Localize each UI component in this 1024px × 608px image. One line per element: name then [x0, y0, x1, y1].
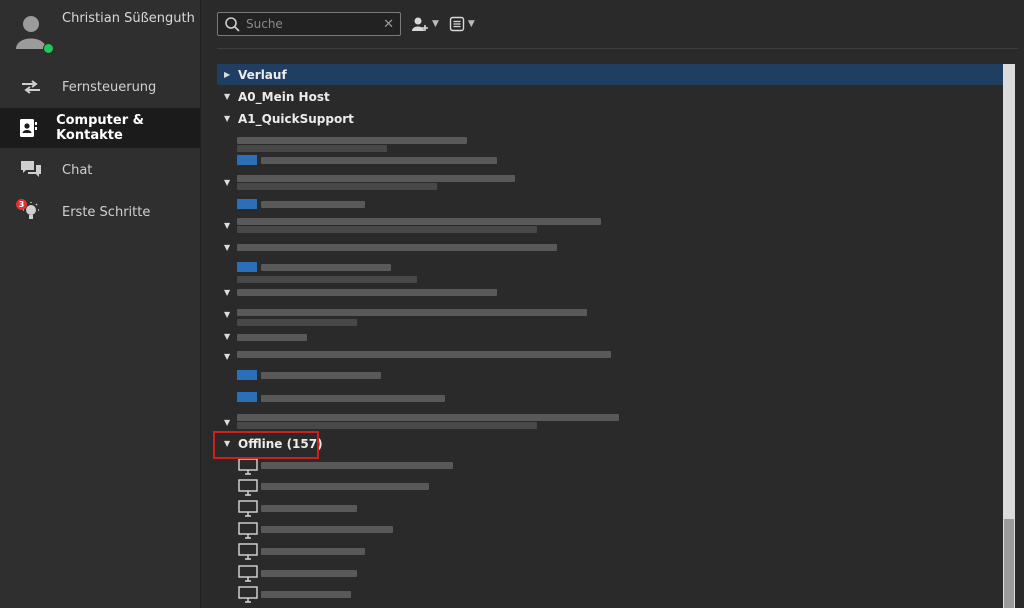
- collapse-triangle-icon[interactable]: ▼: [224, 92, 232, 101]
- collapse-triangle-icon[interactable]: ▼: [224, 243, 232, 252]
- lightbulb-icon: 3: [0, 199, 62, 223]
- contact-card-icon: [0, 118, 56, 138]
- monitor-icon: [238, 522, 258, 539]
- arrows-icon: [0, 80, 62, 94]
- collapse-triangle-icon[interactable]: ▼: [224, 288, 232, 297]
- add-person-icon: [412, 17, 428, 31]
- nav-item-erste-schritte[interactable]: 3 Erste Schritte: [0, 192, 200, 232]
- clear-search-icon[interactable]: ✕: [383, 17, 394, 32]
- blurred-status-marker: [237, 262, 257, 272]
- blurred-entry[interactable]: [237, 334, 307, 341]
- contact-tree: ▶ Verlauf ▼ A0_Mein Host ▼ A1_QuickSuppo…: [217, 64, 1003, 608]
- blurred-entry[interactable]: [261, 201, 365, 208]
- blurred-status-marker: [237, 155, 257, 165]
- monitor-icon: [238, 479, 258, 496]
- blurred-entry[interactable]: [237, 351, 611, 358]
- blurred-entry: [237, 183, 437, 190]
- blurred-entry[interactable]: [237, 309, 587, 316]
- collapse-triangle-icon[interactable]: ▼: [224, 114, 232, 123]
- collapse-triangle-icon[interactable]: ▼: [224, 178, 232, 187]
- offline-highlight-box: [213, 431, 319, 459]
- chevron-down-icon: ▼: [432, 19, 439, 29]
- monitor-icon: [238, 458, 258, 475]
- collapse-triangle-icon[interactable]: ▼: [224, 310, 232, 319]
- scrollbar-thumb[interactable]: [1004, 519, 1014, 608]
- chat-icon: [0, 160, 62, 180]
- blurred-entry[interactable]: [261, 462, 453, 469]
- blurred-entry[interactable]: [237, 137, 467, 144]
- nav-item-fernsteuerung[interactable]: Fernsteuerung: [0, 67, 200, 107]
- add-contact-button[interactable]: ▼: [411, 16, 439, 32]
- monitor-icon: [238, 500, 258, 517]
- avatar: [16, 16, 46, 49]
- collapse-triangle-icon[interactable]: ▼: [224, 352, 232, 361]
- list-icon: [449, 16, 465, 32]
- search-input[interactable]: Suche: [246, 17, 383, 31]
- collapse-triangle-icon[interactable]: ▼: [224, 418, 232, 427]
- blurred-entry[interactable]: [261, 483, 429, 490]
- main-panel: Suche ✕ ▼ ▼ ▶ Verlauf ▼ A0_Mein Host ▼ A…: [201, 0, 1024, 608]
- blurred-status-marker: [237, 199, 257, 209]
- user-name: Christian Süßenguth: [62, 11, 195, 26]
- group-label: A1_QuickSupport: [238, 111, 354, 126]
- nav-label: Erste Schritte: [62, 204, 151, 220]
- blurred-entry[interactable]: [261, 505, 357, 512]
- blurred-entry[interactable]: [261, 264, 391, 271]
- blurred-entry: [237, 226, 537, 233]
- blurred-entry[interactable]: [261, 157, 497, 164]
- blurred-entry[interactable]: [261, 372, 381, 379]
- group-label: Verlauf: [238, 67, 287, 82]
- group-quicksupport[interactable]: ▼ A1_QuickSupport: [217, 108, 1003, 129]
- vertical-scrollbar[interactable]: [1003, 64, 1015, 608]
- search-box[interactable]: Suche ✕: [217, 12, 401, 36]
- blurred-status-marker: [237, 370, 257, 380]
- notification-badge: 3: [16, 199, 27, 210]
- group-offline[interactable]: ▼ Offline (157): [217, 433, 1003, 454]
- chevron-down-icon: ▼: [467, 19, 475, 29]
- blurred-entry[interactable]: [261, 526, 393, 533]
- collapse-triangle-icon[interactable]: ▼: [224, 221, 232, 230]
- nav-label: Fernsteuerung: [62, 79, 157, 95]
- blurred-entry[interactable]: [237, 244, 557, 251]
- blurred-status-marker: [237, 392, 257, 402]
- group-verlauf[interactable]: ▶ Verlauf: [217, 64, 1003, 85]
- blurred-entry: [237, 422, 537, 429]
- toolbar: Suche ✕ ▼ ▼: [217, 12, 475, 36]
- toolbar-divider: [217, 48, 1018, 49]
- blurred-entry[interactable]: [237, 289, 497, 296]
- nav-item-computer-kontakte[interactable]: Computer & Kontakte: [0, 108, 200, 148]
- monitor-icon: [238, 565, 258, 582]
- online-status-dot: [43, 43, 54, 54]
- blurred-entry[interactable]: [261, 570, 357, 577]
- blurred-entry: [237, 319, 357, 326]
- blurred-entry[interactable]: [261, 395, 445, 402]
- profile-area[interactable]: Christian Süßenguth: [0, 0, 200, 64]
- monitor-icon: [238, 543, 258, 560]
- blurred-entry[interactable]: [237, 414, 619, 421]
- sidebar: Christian Süßenguth Fernsteuerung Comput…: [0, 0, 201, 608]
- group-label: A0_Mein Host: [238, 89, 330, 104]
- collapse-triangle-icon[interactable]: ▼: [224, 332, 232, 341]
- blurred-entry[interactable]: [261, 548, 365, 555]
- nav-item-chat[interactable]: Chat: [0, 150, 200, 190]
- list-view-button[interactable]: ▼: [449, 16, 475, 32]
- nav-label: Chat: [62, 162, 93, 178]
- monitor-icon: [238, 586, 258, 603]
- group-mein-host[interactable]: ▼ A0_Mein Host: [217, 86, 1003, 107]
- blurred-subgroup[interactable]: ▼: [217, 326, 1003, 347]
- nav-label: Computer & Kontakte: [56, 113, 144, 143]
- blurred-entry: [237, 145, 387, 152]
- blurred-entry[interactable]: [237, 175, 515, 182]
- expand-triangle-icon[interactable]: ▶: [224, 70, 232, 79]
- search-icon: [225, 17, 240, 32]
- blurred-entry[interactable]: [237, 218, 601, 225]
- blurred-entry[interactable]: [261, 591, 351, 598]
